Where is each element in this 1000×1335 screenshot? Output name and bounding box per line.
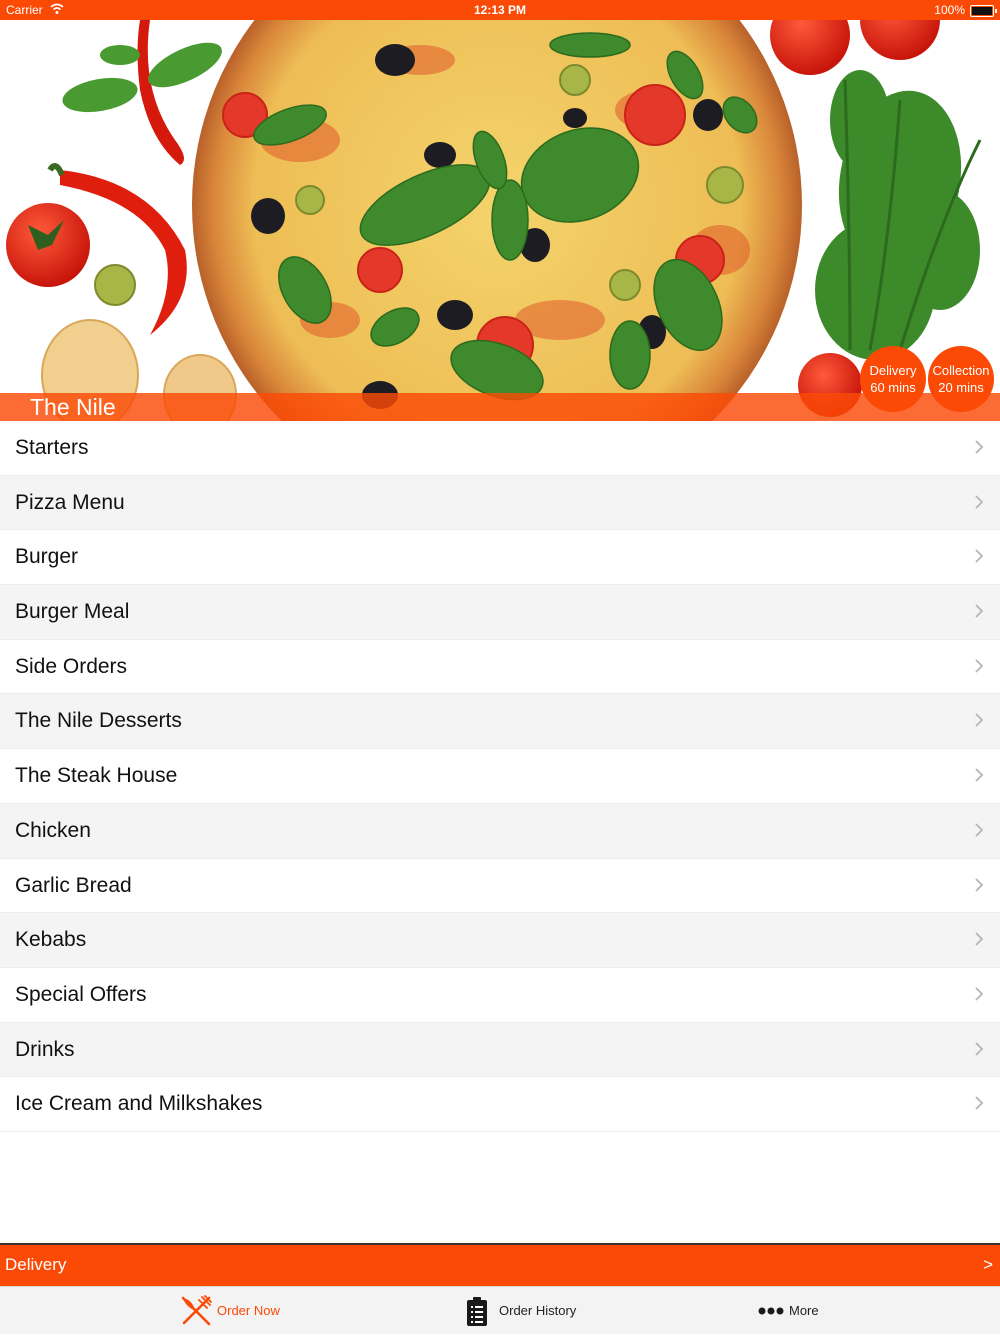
menu-item-pizza-menu[interactable]: Pizza Menu [0,475,1000,531]
more-dots-icon [758,1307,784,1315]
restaurant-name: The Nile [30,394,116,420]
chevron-right-icon [975,768,984,782]
chevron-right-icon [975,440,984,454]
chevron-right-icon [975,549,984,564]
delivery-mode-bar[interactable]: Delivery > [0,1243,1000,1286]
collection-badge-time: 20 mins [938,380,984,395]
tab-order-history[interactable]: Order History [465,1287,595,1335]
menu-item-starters[interactable]: Starters [0,421,1000,476]
collection-time-badge: Collection 20 mins [928,346,994,412]
battery-percent: 100% [934,3,965,17]
status-bar: Carrier 12:13 PM 100% [0,0,1000,20]
hero-banner: The Nile Delivery 60 mins Collection 20 … [0,20,1000,421]
menu-item-ice-cream[interactable]: Ice Cream and Milkshakes [0,1077,1000,1132]
battery-icon [970,5,997,17]
menu-item-label: The Steak House [15,764,178,788]
chevron-right-icon [975,932,984,946]
tab-label: More [789,1303,819,1318]
clock: 12:13 PM [473,3,527,17]
menu-item-label: Ice Cream and Milkshakes [15,1092,263,1116]
menu-item-label: Starters [15,436,89,459]
menu-item-garlic-bread[interactable]: Garlic Bread [0,858,1000,914]
tab-more[interactable]: More [758,1287,838,1335]
menu-item-kebabs[interactable]: Kebabs [0,913,1000,968]
restaurant-title-bar: The Nile [0,393,1000,421]
menu-item-burger-meal[interactable]: Burger Meal [0,585,1000,640]
menu-item-label: Chicken [15,818,91,842]
menu-item-chicken[interactable]: Chicken [0,803,1000,859]
menu-item-label: Drinks [15,1037,75,1061]
menu-item-burger[interactable]: Burger [0,530,1000,586]
chevron-right-icon [975,987,984,1001]
menu-category-list: Starters Pizza Menu Burger Burger Meal S… [0,421,1000,1132]
menu-item-drinks[interactable]: Drinks [0,1022,1000,1078]
tab-bar: Order Now Order History More [0,1286,1000,1334]
pizza-photo [0,20,1000,421]
menu-item-desserts[interactable]: The Nile Desserts [0,694,1000,750]
delivery-mode-label: Delivery [5,1255,67,1274]
tab-order-now[interactable]: Order Now [178,1287,298,1335]
chevron-right-icon [975,877,984,892]
menu-item-label: Garlic Bread [15,873,132,897]
menu-item-steak-house[interactable]: The Steak House [0,749,1000,804]
menu-item-side-orders[interactable]: Side Orders [0,639,1000,695]
delivery-mode-arrow: > [983,1255,993,1274]
menu-item-label: Burger [15,545,79,569]
collection-badge-label: Collection [932,363,990,378]
chevron-right-icon [975,604,984,618]
delivery-badge-label: Delivery [869,363,917,378]
chevron-right-icon [975,495,984,509]
tab-label: Order Now [217,1303,280,1318]
chevron-right-icon [975,659,984,673]
menu-item-special-offers[interactable]: Special Offers [0,967,1000,1023]
menu-item-label: The Nile Desserts [15,709,182,733]
chevron-right-icon [975,1096,984,1110]
menu-item-label: Side Orders [15,654,128,678]
chevron-right-icon [975,713,984,728]
chevron-right-icon [975,1041,984,1056]
delivery-badge-time: 60 mins [870,380,916,395]
menu-item-label: Kebabs [15,928,87,952]
tab-label: Order History [499,1303,577,1318]
chevron-right-icon [975,823,984,837]
fork-knife-icon [181,1295,212,1326]
menu-item-label: Special Offers [15,982,147,1006]
menu-item-label: Burger Meal [15,600,130,624]
menu-item-label: Pizza Menu [15,490,125,514]
clipboard-icon [467,1297,487,1326]
delivery-time-badge: Delivery 60 mins [860,346,926,412]
